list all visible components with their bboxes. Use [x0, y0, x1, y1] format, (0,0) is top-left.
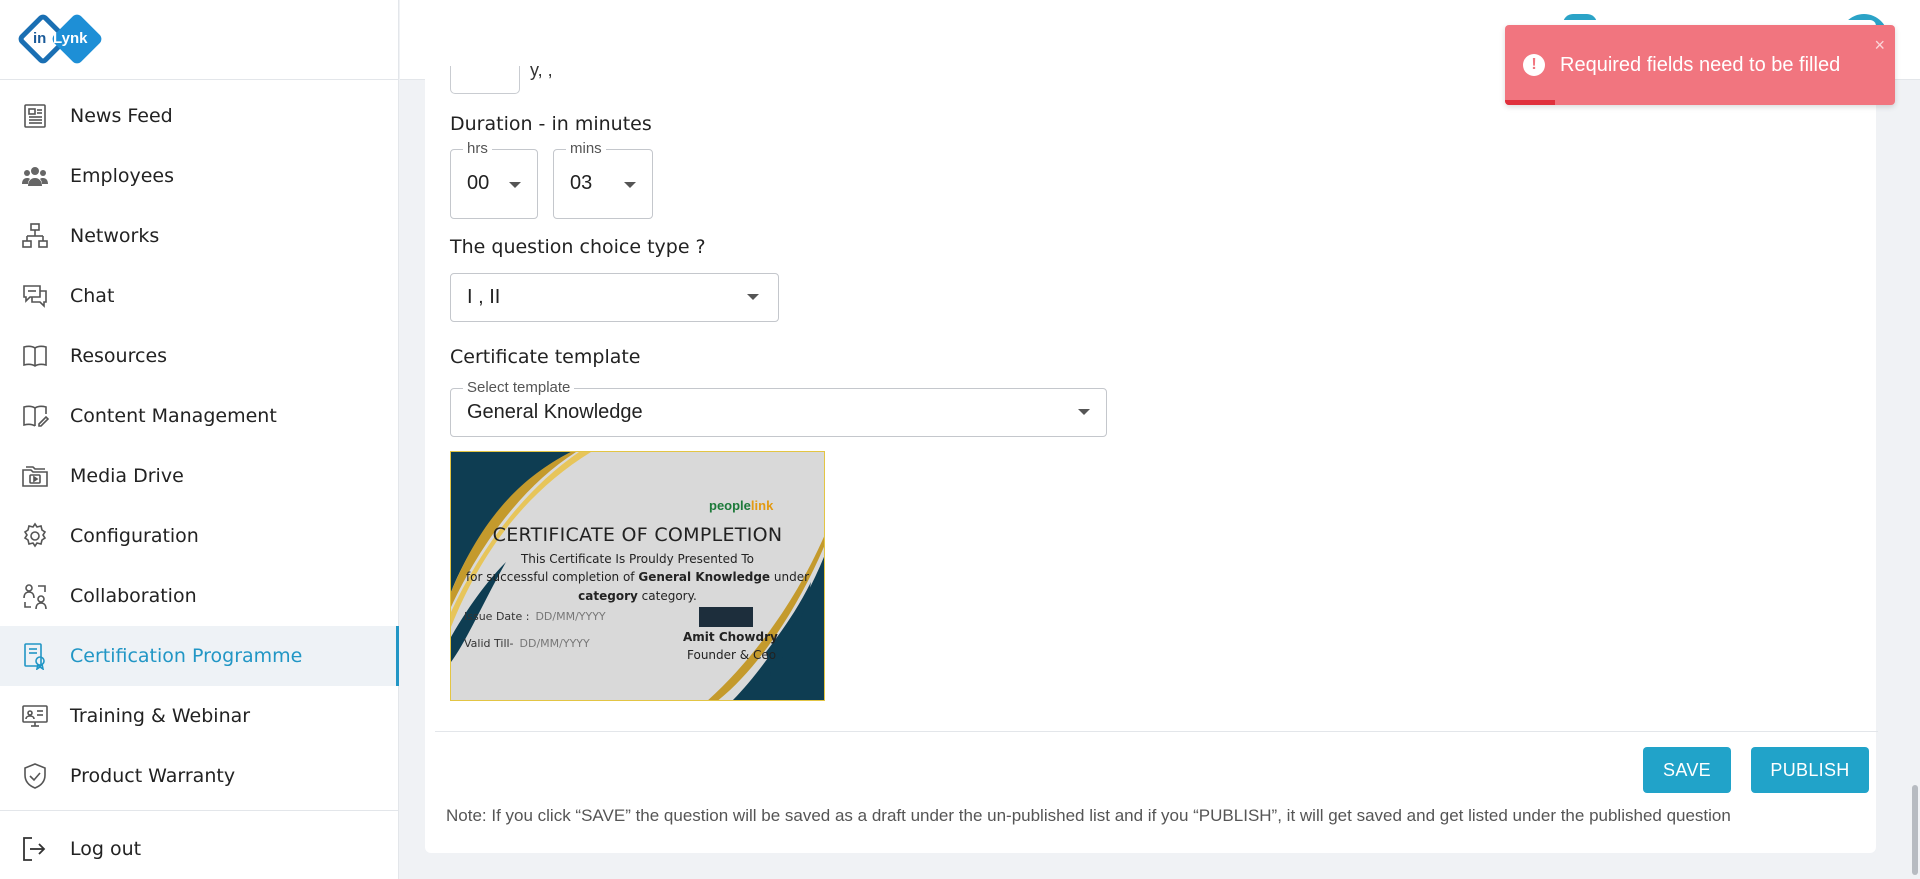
line1-course: General Knowledge — [638, 570, 771, 584]
webinar-icon — [20, 701, 50, 731]
certificate-preview[interactable]: peoplelink CERTIFICATE OF COMPLETION Thi… — [450, 451, 825, 701]
signer-role: Founder & Ceo — [687, 648, 777, 662]
chevron-down-icon — [624, 182, 636, 188]
hours-select[interactable]: hrs 00 — [450, 140, 538, 219]
chevron-down-icon — [747, 294, 759, 300]
signature-logo — [699, 607, 753, 627]
sidebar-item-label: Chat — [70, 285, 115, 307]
close-icon[interactable]: × — [1874, 35, 1885, 56]
line1-prefix: for successful completion of — [465, 570, 635, 584]
chevron-down-icon — [509, 182, 521, 188]
certificate-line-2: category category. — [451, 589, 824, 603]
valid-label: Valid Till- — [464, 637, 514, 650]
newspaper-icon — [20, 101, 50, 131]
gear-icon — [20, 521, 50, 551]
alert-icon: ! — [1523, 54, 1545, 76]
logout-icon — [20, 834, 50, 864]
line2-category: category — [578, 589, 638, 603]
chat-icon — [20, 281, 50, 311]
issue-label: Issue Date : — [464, 610, 530, 623]
hours-value: 00 — [467, 172, 490, 194]
hours-legend: hrs — [463, 140, 492, 157]
minutes-select[interactable]: mins 03 — [553, 140, 653, 219]
sidebar-item-label: Product Warranty — [70, 765, 236, 787]
certificate-line-1: for successful completion of General Kno… — [451, 570, 824, 584]
certificate-issue-date: Issue Date : DD/MM/YYYY — [464, 610, 606, 623]
media-folder-icon — [20, 461, 50, 491]
sidebar-item-employees[interactable]: Employees — [0, 146, 398, 206]
logout-label: Log out — [70, 838, 142, 860]
brand-right: link — [750, 498, 774, 513]
sidebar-item-configuration[interactable]: Configuration — [0, 506, 398, 566]
brand-left: people — [709, 498, 751, 513]
sidebar-item-news-feed[interactable]: News Feed — [0, 86, 398, 146]
error-toast: ! Required fields need to be filled × — [1505, 25, 1895, 105]
certificate-template-value: General Knowledge — [467, 401, 643, 423]
sidebar-item-label: Certification Programme — [70, 645, 303, 667]
sidebar-item-label: Media Drive — [70, 465, 184, 487]
certificate-brand: peoplelink — [709, 498, 773, 513]
valid-value: DD/MM/YYYY — [519, 637, 590, 650]
sidebar-item-product-warranty[interactable]: Product Warranty — [0, 746, 398, 806]
network-icon — [20, 221, 50, 251]
sidebar-item-label: Content Management — [70, 405, 277, 427]
sidebar-item-label: News Feed — [70, 105, 173, 127]
chevron-down-icon — [1078, 409, 1090, 415]
sidebar-item-collaboration[interactable]: Collaboration — [0, 566, 398, 626]
sidebar: in Lynk News Feed Employees Networks Cha… — [0, 0, 399, 879]
logo-bar: in Lynk — [0, 0, 398, 80]
issue-value: DD/MM/YYYY — [535, 610, 606, 623]
certificate-template-select[interactable]: Select template General Knowledge — [450, 379, 1107, 437]
scrollbar-thumb[interactable] — [1912, 785, 1918, 875]
sidebar-item-chat[interactable]: Chat — [0, 266, 398, 326]
app-logo[interactable]: in Lynk — [16, 11, 104, 66]
sidebar-item-label: Collaboration — [70, 585, 197, 607]
line2-suffix: category. — [641, 589, 697, 603]
sidebar-item-training-webinar[interactable]: Training & Webinar — [0, 686, 398, 746]
certificate-heading: CERTIFICATE OF COMPLETION — [492, 524, 783, 546]
sidebar-item-label: Training & Webinar — [70, 705, 251, 727]
certificate-valid-till: Valid Till- DD/MM/YYYY — [464, 637, 590, 650]
minutes-value: 03 — [570, 172, 593, 194]
choice-type-select[interactable]: I , II — [450, 273, 779, 322]
sidebar-item-label: Configuration — [70, 525, 199, 547]
logo-text-left: in — [33, 29, 47, 47]
certificate-presented: This Certificate Is Prouldy Presented To — [520, 552, 755, 566]
people-icon — [20, 161, 50, 191]
sidebar-item-content-management[interactable]: Content Management — [0, 386, 398, 446]
signer-name: Amit Chowdry — [683, 630, 778, 644]
sidebar-item-label: Resources — [70, 345, 168, 367]
sidebar-item-label: Employees — [70, 165, 174, 187]
book-icon — [20, 341, 50, 371]
certificate-template-title: Certificate template — [450, 346, 641, 368]
actions-divider — [435, 731, 1878, 732]
duration-title: Duration - in minutes — [450, 113, 652, 135]
logout-button[interactable]: Log out — [0, 811, 398, 879]
toast-progress-bar — [1505, 100, 1555, 105]
choice-type-value: I , II — [467, 286, 501, 308]
sidebar-nav: News Feed Employees Networks Chat Resour… — [0, 86, 399, 806]
publish-button[interactable]: PUBLISH — [1751, 747, 1869, 793]
save-publish-note: Note: If you click “SAVE” the question w… — [446, 806, 1731, 825]
choice-type-title: The question choice type ? — [450, 236, 706, 258]
sidebar-item-resources[interactable]: Resources — [0, 326, 398, 386]
sidebar-item-label: Networks — [70, 225, 160, 247]
sidebar-item-certification-programme[interactable]: Certification Programme — [0, 626, 399, 686]
certificate-icon — [20, 641, 50, 671]
certificate-template-legend: Select template — [463, 379, 575, 396]
logo-text-right: Lynk — [53, 29, 88, 47]
minutes-legend: mins — [566, 140, 606, 157]
sidebar-item-networks[interactable]: Networks — [0, 206, 398, 266]
content-icon — [20, 401, 50, 431]
partial-input-field[interactable] — [450, 66, 520, 94]
shield-check-icon — [20, 761, 50, 791]
sidebar-item-media-drive[interactable]: Media Drive — [0, 446, 398, 506]
collaboration-icon — [20, 581, 50, 611]
save-button[interactable]: SAVE — [1643, 747, 1731, 793]
line1-suffix: under — [773, 570, 810, 584]
toast-message: Required fields need to be filled — [1560, 54, 1841, 76]
